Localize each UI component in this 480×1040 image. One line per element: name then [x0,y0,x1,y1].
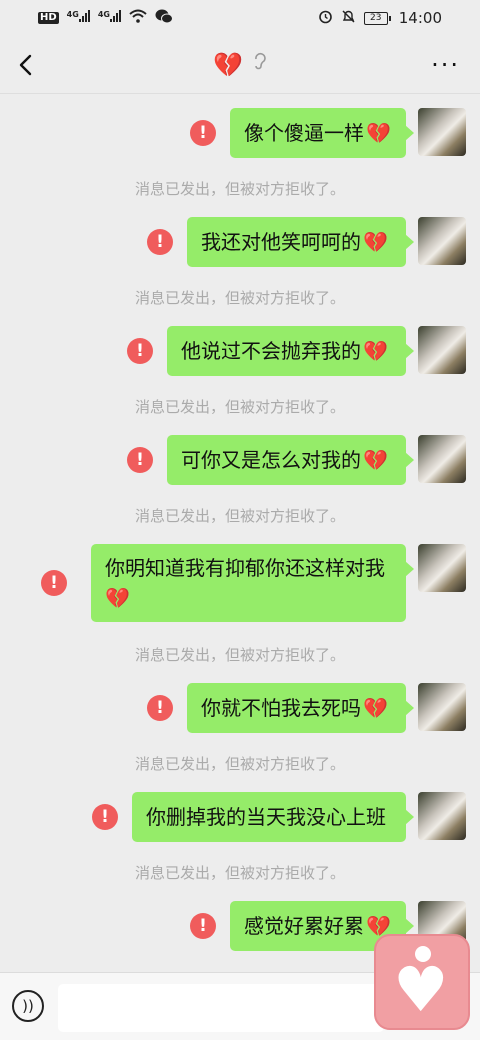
earpiece-mode-icon [253,52,267,77]
message-text: 你删掉我的当天我没心上班 [146,805,386,829]
error-icon[interactable]: ! [147,695,173,721]
message-bubble[interactable]: 像个傻逼一样 💔 [230,108,414,158]
broken-heart-emoji: 💔 [363,448,388,472]
message-text: 你明知道我有抑郁你还这样对我 [105,556,385,580]
message-bubble[interactable]: 可你又是怎么对我的 💔 [167,435,414,485]
voice-input-icon[interactable]: )) [12,990,44,1022]
chat-header: 💔 ··· [0,36,480,94]
message-text: 可你又是怎么对我的 [181,448,361,472]
message-text: 感觉好累好累 [244,914,364,938]
rejected-notice: 消息已发出，但被对方拒收了。 [134,646,345,664]
signal-icon [78,10,90,22]
avatar[interactable] [418,217,466,265]
rejected-notice: 消息已发出，但被对方拒收了。 [134,289,345,307]
broken-heart-emoji: 💔 [105,586,130,610]
avatar[interactable] [418,108,466,156]
message-row: ! 你明知道我有抑郁你还这样对我 💔 [41,544,466,622]
hd-indicator: HD [38,12,59,24]
message-row: ! 你删掉我的当天我没心上班 [92,792,466,842]
mute-bell-icon [341,9,356,28]
rejected-notice: 消息已发出，但被对方拒收了。 [134,507,345,525]
message-bubble[interactable]: 你删掉我的当天我没心上班 [132,792,414,842]
message-row: ! 他说过不会抛弃我的 💔 [127,326,466,376]
alarm-icon [318,9,333,28]
error-icon[interactable]: ! [41,570,67,596]
signal-1: 4G [67,10,90,26]
floating-app-button[interactable]: ♥ [374,934,470,1030]
avatar[interactable] [418,326,466,374]
clock: 14:00 [398,9,442,27]
chat-title: 💔 [213,50,243,79]
back-button[interactable] [14,50,38,80]
error-icon[interactable]: ! [92,804,118,830]
broken-heart-emoji: 💔 [363,339,388,363]
message-row: ! 我还对他笑呵呵的 💔 [147,217,466,267]
message-row: ! 可你又是怎么对我的 💔 [127,435,466,485]
wifi-icon [129,9,147,27]
rejected-notice: 消息已发出，但被对方拒收了。 [134,864,345,882]
message-list[interactable]: ! 像个傻逼一样 💔 消息已发出，但被对方拒收了。 ! 我还对他笑呵呵的 💔 消息已… [0,94,480,970]
message-text: 他说过不会抛弃我的 [181,339,361,363]
avatar[interactable] [418,544,466,592]
message-text: 像个傻逼一样 [244,121,364,145]
avatar[interactable] [418,435,466,483]
signal-icon [109,10,121,22]
broken-heart-emoji: 💔 [363,696,388,720]
more-options-button[interactable]: ··· [431,53,460,77]
broken-heart-emoji: 💔 [366,121,391,145]
error-icon[interactable]: ! [127,447,153,473]
heart-icon: ♥ [393,953,449,1026]
error-icon[interactable]: ! [147,229,173,255]
rejected-notice: 消息已发出，但被对方拒收了。 [134,398,345,416]
avatar[interactable] [418,683,466,731]
message-bubble[interactable]: 你就不怕我去死吗 💔 [187,683,414,733]
error-icon[interactable]: ! [190,913,216,939]
signal-2: 4G [98,10,121,26]
message-input[interactable] [58,984,384,1032]
wechat-icon [155,9,173,28]
message-row: ! 像个傻逼一样 💔 [190,108,466,158]
battery-icon: 23 [363,11,391,25]
message-text: 你就不怕我去死吗 [201,696,361,720]
message-bubble[interactable]: 你明知道我有抑郁你还这样对我 💔 [91,544,414,622]
broken-heart-emoji: 💔 [363,230,388,254]
rejected-notice: 消息已发出，但被对方拒收了。 [134,755,345,773]
rejected-notice: 消息已发出，但被对方拒收了。 [134,180,345,198]
message-bubble[interactable]: 我还对他笑呵呵的 💔 [187,217,414,267]
error-icon[interactable]: ! [190,120,216,146]
avatar[interactable] [418,792,466,840]
message-bubble[interactable]: 他说过不会抛弃我的 💔 [167,326,414,376]
message-row: ! 你就不怕我去死吗 💔 [147,683,466,733]
message-text: 我还对他笑呵呵的 [201,230,361,254]
status-bar: HD 4G 4G 23 14:00 [0,0,480,36]
error-icon[interactable]: ! [127,338,153,364]
